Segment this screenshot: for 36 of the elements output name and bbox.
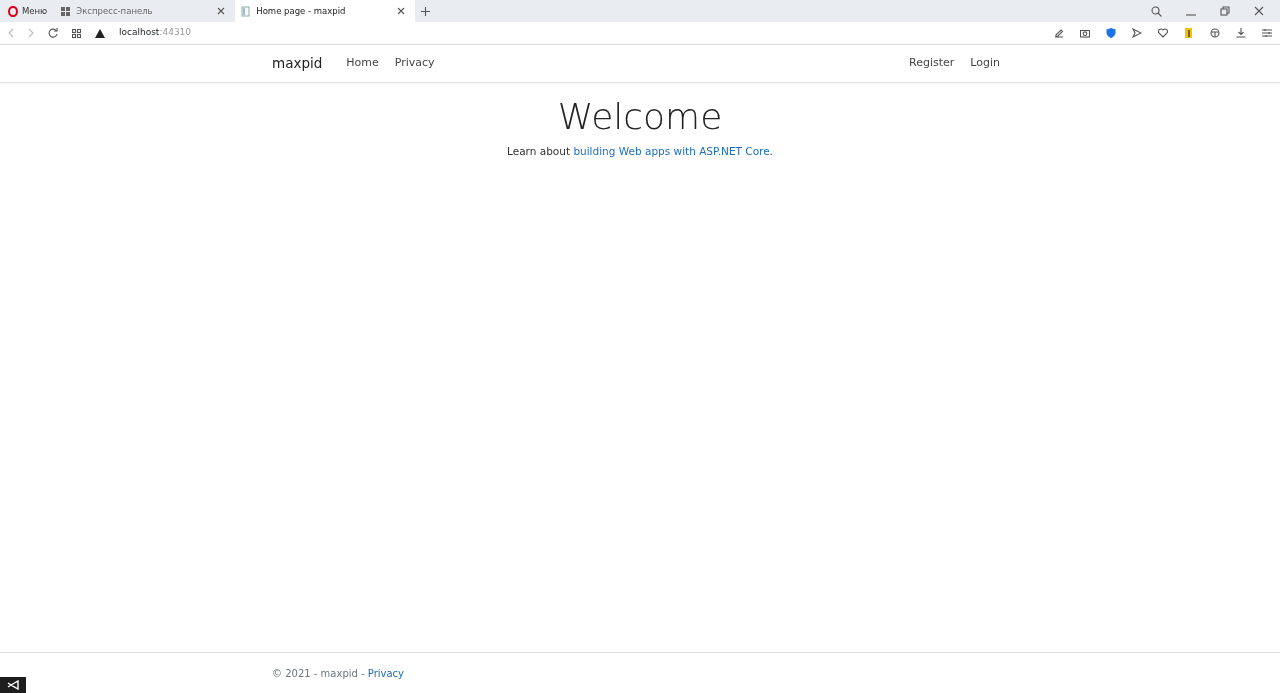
edit-icon[interactable] bbox=[1054, 28, 1064, 38]
restore-icon[interactable] bbox=[1220, 6, 1230, 16]
intro-text: Learn about building Web apps with ASP.NET Core. bbox=[506, 144, 774, 160]
footer-link[interactable]: Privacy bbox=[367, 667, 405, 679]
send-icon[interactable] bbox=[1132, 28, 1142, 38]
reload-icon[interactable] bbox=[48, 28, 58, 38]
nav-link[interactable]: Login bbox=[962, 55, 1008, 72]
taskbar-app-icon[interactable] bbox=[0, 677, 26, 693]
nav-link[interactable]: Register bbox=[901, 55, 963, 72]
download-icon[interactable] bbox=[1236, 28, 1246, 38]
menu-button[interactable]: Меню bbox=[0, 0, 56, 22]
footer-text: © 2021 - maxpid - Privacy bbox=[272, 667, 405, 679]
browser-logo-icon bbox=[8, 5, 18, 17]
browser-tab[interactable]: Home page - maxpid bbox=[235, 0, 416, 22]
new-tab-icon[interactable] bbox=[421, 6, 431, 16]
browser-tab[interactable]: Экспресс-панель bbox=[55, 0, 236, 22]
close-icon[interactable] bbox=[1254, 6, 1264, 16]
grid-icon[interactable] bbox=[72, 28, 81, 38]
warning-icon bbox=[95, 28, 105, 38]
grid-icon bbox=[61, 6, 71, 16]
brand-link[interactable]: maxpid bbox=[272, 53, 323, 74]
docs-link[interactable]: building Web apps with ASP.NET Core bbox=[573, 145, 770, 158]
close-icon[interactable] bbox=[397, 7, 406, 15]
heart-icon[interactable] bbox=[1158, 28, 1168, 38]
settings-icon[interactable] bbox=[1262, 28, 1272, 38]
page-heading: Welcome bbox=[556, 95, 724, 139]
shield-icon[interactable] bbox=[1106, 28, 1116, 38]
search-icon[interactable] bbox=[1151, 5, 1162, 17]
close-icon[interactable] bbox=[217, 7, 226, 15]
address-text[interactable]: localhost:44310 bbox=[119, 26, 192, 40]
page-icon bbox=[241, 5, 251, 17]
nav-link[interactable]: Privacy bbox=[386, 55, 443, 72]
cube-icon[interactable] bbox=[1210, 28, 1220, 38]
camera-icon[interactable] bbox=[1080, 28, 1090, 38]
wallet-icon[interactable] bbox=[1184, 28, 1194, 38]
nav-link[interactable]: Home bbox=[338, 55, 387, 72]
